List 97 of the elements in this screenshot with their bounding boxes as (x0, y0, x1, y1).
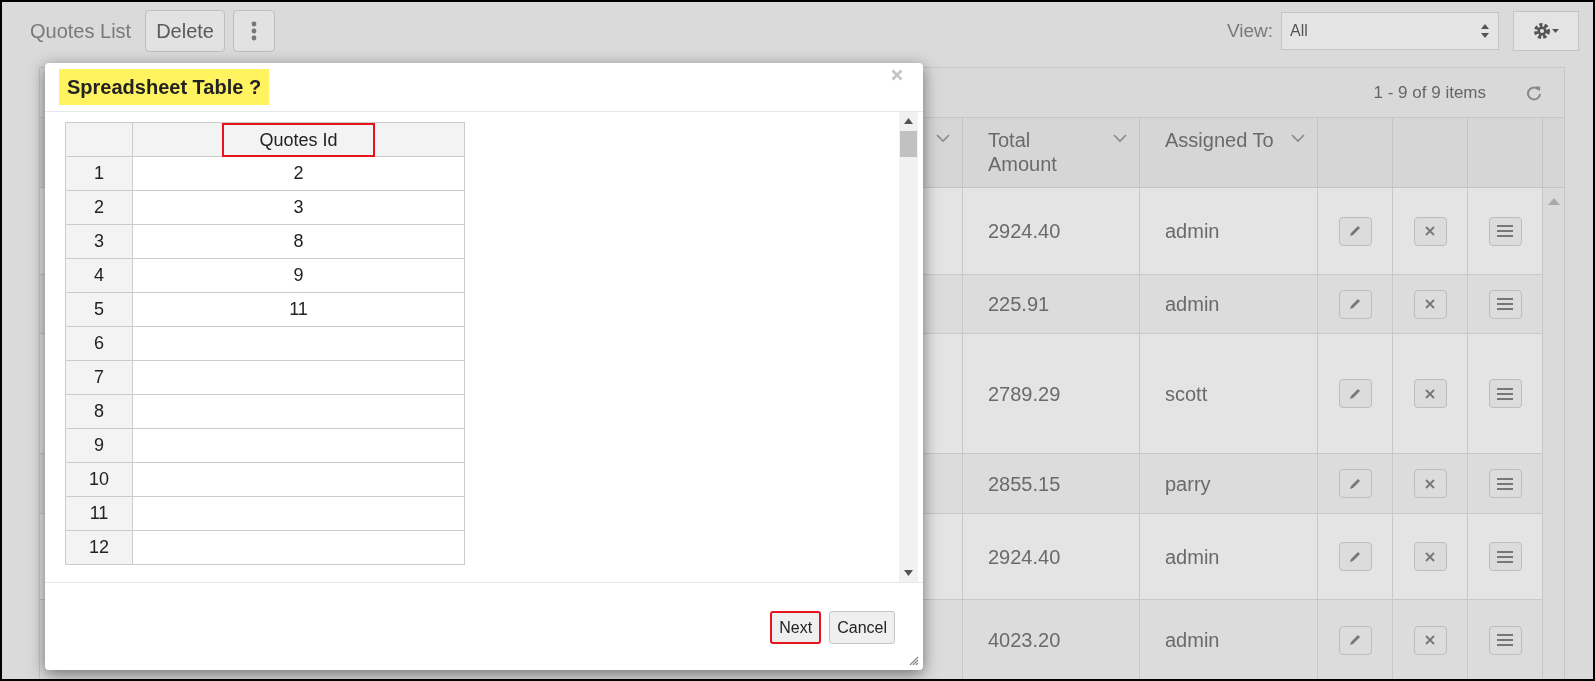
sheet-cell[interactable] (133, 463, 465, 497)
menu-icon (1496, 386, 1514, 401)
row-menu-button[interactable] (1488, 289, 1522, 319)
row-number: 11 (66, 497, 133, 531)
pager-info: 1 - 9 of 9 items (1373, 81, 1486, 104)
settings-icon (1532, 21, 1560, 41)
row-menu-button[interactable] (1488, 625, 1522, 655)
column-header[interactable]: Total Amount (988, 128, 1098, 176)
sheet-cell[interactable] (133, 327, 465, 361)
chevron-icon[interactable] (1291, 134, 1305, 143)
table-cell: 2789.29 (963, 334, 1140, 454)
more-button[interactable] (233, 10, 275, 52)
edit-button[interactable] (1338, 289, 1372, 319)
resize-grip-icon[interactable] (909, 656, 919, 666)
row-number: 4 (66, 259, 133, 293)
column-header[interactable]: Quotes Id (222, 123, 375, 157)
row-number: 3 (66, 225, 133, 259)
row-number: 5 (66, 293, 133, 327)
scrollbar-thumb[interactable] (900, 131, 917, 157)
pencil-icon (1348, 633, 1362, 647)
menu-icon (1496, 297, 1514, 311)
table-cell: admin (1140, 275, 1318, 334)
sheet-cell[interactable] (133, 361, 465, 395)
close-icon (1424, 225, 1436, 237)
sheet-cell[interactable] (133, 531, 465, 565)
close-icon (891, 69, 903, 81)
sheet-cell[interactable]: 9 (133, 259, 465, 293)
row-number: 1 (66, 157, 133, 191)
table-cell: admin (1140, 188, 1318, 275)
page-title: Quotes List (30, 19, 132, 44)
row-number: 10 (66, 463, 133, 497)
row-menu-button[interactable] (1488, 216, 1522, 246)
table-cell: scott (1140, 334, 1318, 454)
edit-button[interactable] (1338, 542, 1372, 571)
table-cell: 2924.40 (963, 514, 1140, 600)
menu-icon (1496, 224, 1514, 238)
pencil-icon (1348, 386, 1362, 401)
sheet-cell[interactable]: 2 (133, 157, 465, 191)
sheet-cell[interactable]: 3 (133, 191, 465, 225)
delete-row-button[interactable] (1413, 379, 1447, 408)
view-select[interactable]: All (1281, 12, 1499, 50)
select-arrows-icon (1480, 23, 1490, 39)
edit-button[interactable] (1338, 216, 1372, 246)
table-cell: parry (1140, 454, 1318, 514)
sheet-cell[interactable] (133, 429, 465, 463)
edit-button[interactable] (1338, 625, 1372, 655)
cancel-button[interactable]: Cancel (829, 611, 895, 644)
delete-row-button[interactable] (1413, 542, 1447, 571)
edit-button[interactable] (1338, 379, 1372, 408)
sheet-cell[interactable] (133, 497, 465, 531)
row-number: 7 (66, 361, 133, 395)
view-label: View: (1226, 18, 1273, 43)
delete-row-button[interactable] (1413, 289, 1447, 319)
scrollbar[interactable] (899, 112, 918, 582)
edit-button[interactable] (1338, 469, 1372, 498)
delete-button[interactable]: Delete (145, 10, 225, 52)
menu-icon (1496, 633, 1514, 647)
table-cell: admin (1140, 514, 1318, 600)
close-icon (1424, 634, 1436, 646)
sheet-cell[interactable]: 8 (133, 225, 465, 259)
sheet-cell[interactable]: 11 (133, 293, 465, 327)
refresh-icon[interactable] (1526, 84, 1542, 101)
chevron-icon[interactable] (936, 134, 950, 143)
row-number: 12 (66, 531, 133, 565)
close-button[interactable] (891, 69, 903, 81)
row-number: 6 (66, 327, 133, 361)
menu-icon (1496, 476, 1514, 491)
table-cell: 225.91 (963, 275, 1140, 334)
pencil-icon (1348, 476, 1362, 491)
kebab-icon (251, 21, 257, 41)
close-icon (1424, 550, 1436, 563)
close-icon (1424, 477, 1436, 490)
table-cell: 2855.15 (963, 454, 1140, 514)
column-header[interactable]: Assigned To (1165, 128, 1275, 152)
delete-row-button[interactable] (1413, 216, 1447, 246)
row-menu-button[interactable] (1488, 379, 1522, 408)
pencil-icon (1348, 224, 1362, 238)
sheet-cell[interactable] (133, 395, 465, 429)
dialog-title: Spreadsheet Table ? (59, 69, 270, 105)
delete-row-button[interactable] (1413, 469, 1447, 498)
row-menu-button[interactable] (1488, 542, 1522, 571)
settings-button[interactable] (1513, 11, 1579, 51)
pencil-icon (1348, 549, 1362, 564)
scroll-down-icon[interactable] (904, 570, 913, 576)
menu-icon (1496, 549, 1514, 564)
scrollbar[interactable] (1543, 188, 1564, 679)
row-number: 2 (66, 191, 133, 225)
table-cell: 2924.40 (963, 188, 1140, 275)
pencil-icon (1348, 297, 1362, 311)
close-icon (1424, 298, 1436, 310)
delete-row-button[interactable] (1413, 625, 1447, 655)
row-number: 8 (66, 395, 133, 429)
row-number: 9 (66, 429, 133, 463)
close-icon (1424, 387, 1436, 400)
row-menu-button[interactable] (1488, 469, 1522, 498)
next-button[interactable]: Next (770, 611, 822, 644)
chevron-icon[interactable] (1113, 134, 1127, 143)
